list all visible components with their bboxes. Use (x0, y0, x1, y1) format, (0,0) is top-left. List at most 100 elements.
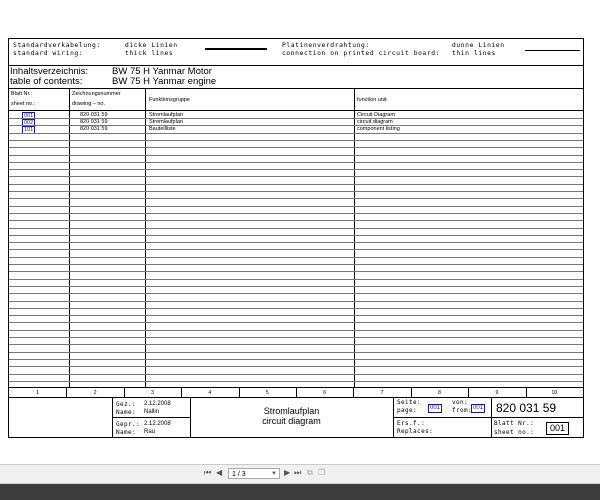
column-number: 4 (208, 390, 212, 396)
prev-page-icon[interactable]: ◀ (216, 468, 222, 478)
column-number: 3 (151, 390, 154, 396)
thin-line-sample (525, 50, 580, 51)
seite-label: Seite: (397, 399, 422, 406)
column-number: 9 (495, 390, 499, 396)
col-header-funktion: Funktionsgruppe (149, 97, 190, 103)
next-page-icon[interactable]: ▶ (284, 468, 290, 478)
col-header-unit: function unit (357, 97, 387, 103)
legend-thick-de: dicke Linien (125, 42, 178, 49)
ruled-row-line (9, 322, 583, 323)
tb-mid-line-right (393, 417, 583, 418)
ruled-row-line (9, 125, 583, 126)
ruled-row-line (9, 176, 583, 177)
row-function-group: Bauteilliste (149, 126, 176, 133)
ruled-row-line (9, 169, 583, 170)
column-number: 10 (551, 390, 558, 396)
chevron-down-icon[interactable]: ▼ (271, 469, 277, 479)
replaces-label: Replaces: (397, 428, 434, 435)
ruled-row-line (9, 330, 583, 331)
ruled-row-line (9, 220, 583, 221)
toc-label: table of contents: (10, 76, 83, 87)
ruled-row-line (9, 147, 583, 148)
column-number: 2 (93, 390, 97, 396)
von-label: von: (452, 399, 469, 406)
column-number: 7 (380, 390, 384, 396)
ruled-row-line (9, 381, 583, 382)
ruled-row-line (9, 366, 583, 367)
page-label: page: (397, 407, 418, 414)
ruled-row-line (9, 308, 583, 309)
legend-thick-en: thick lines (125, 50, 174, 57)
table-top-line (9, 88, 583, 89)
tb-mid-line-left (112, 417, 190, 418)
column-number-separator (124, 387, 125, 397)
column-number: 5 (265, 390, 269, 396)
gez-date: 2.12.2008 (144, 401, 171, 407)
ruled-row-line (9, 293, 583, 294)
from-number-box: 001 (471, 404, 486, 413)
col-header-blatt: Blatt Nr.: (11, 91, 33, 97)
ruled-row-line (9, 133, 583, 134)
ruled-row-line (9, 344, 583, 345)
thick-line-sample (205, 48, 267, 50)
ruled-row-line (9, 359, 583, 360)
ruled-row-line (9, 155, 583, 156)
gepr-label: Gepr.: (116, 421, 141, 428)
ruled-row-line (9, 198, 583, 199)
gez-label: Gez.: (116, 401, 137, 408)
toc-value: BW 75 H Yanmar engine (112, 76, 217, 87)
ruled-row-line (9, 191, 583, 192)
name-label-2: Name: (116, 429, 137, 436)
ruled-row-line (9, 301, 583, 302)
column-number-separator (296, 387, 297, 397)
ruled-row-line (9, 257, 583, 258)
ruled-row-line (9, 162, 583, 163)
legend-thin-de: dunne Linien (452, 42, 505, 49)
legend-standard-de: Standardverkabelung: (13, 42, 101, 49)
ruled-row-line (9, 228, 583, 229)
column-number-separator (181, 387, 182, 397)
column-number: 8 (438, 390, 441, 396)
document-icon[interactable]: ❐ (318, 468, 325, 478)
ruled-row-line (9, 315, 583, 316)
column-number: 6 (323, 390, 327, 396)
page-number-box: 001 (428, 404, 443, 413)
name-2: Rau (144, 429, 156, 435)
gepr-date: 2.12.2008 (144, 421, 171, 427)
column-number-separator (526, 387, 527, 397)
ruled-row-line (9, 242, 583, 243)
col-header-drawing: drawing – no. (72, 101, 106, 107)
ruled-row-line (9, 374, 583, 375)
name-label-1: Name: (116, 409, 137, 416)
column-number-separator (411, 387, 412, 397)
title-de: Stromlaufplan (263, 406, 320, 416)
sheet-label: sheet no.: (494, 429, 535, 436)
ruled-row-line (9, 264, 583, 265)
legend-thin-en: thin lines (452, 50, 496, 57)
row-drawing-number: 820 031 59 (80, 126, 108, 133)
sheet-number-box: 001 (546, 422, 570, 435)
legend-pcb-de: Platinenverdrahtung: (282, 42, 370, 49)
first-page-icon[interactable]: ⏮ (204, 468, 211, 478)
from-label: from: (452, 407, 473, 414)
column-number: 1 (36, 390, 40, 396)
ruled-row-line (9, 337, 583, 338)
legend-standard-en: standard wiring: (13, 50, 84, 57)
col-header-zeichnung: Zeichnungsnummer (72, 91, 121, 97)
drawing-number: 820 031 59 (496, 401, 557, 415)
column-number-separator (468, 387, 469, 397)
column-number-separator (239, 387, 240, 397)
copy-icon[interactable]: ⧉ (307, 468, 313, 478)
last-page-icon[interactable]: ⏭ (294, 468, 301, 478)
legend-pcb-en: connection on printed circuit board: (282, 50, 441, 57)
col-header-sheet: sheet no.: (11, 101, 36, 107)
name-1: Nallin (144, 409, 160, 415)
blatt-label: Blatt Nr.: (494, 420, 535, 427)
ers-label: Ers.f.: (397, 420, 426, 427)
table-header-bottom-line (9, 110, 583, 111)
ruled-row-line (9, 286, 583, 287)
colnum-bottom-line (9, 397, 583, 398)
ruled-row-line (9, 352, 583, 353)
ruled-row-line (9, 213, 583, 214)
column-number-separator (66, 387, 67, 397)
